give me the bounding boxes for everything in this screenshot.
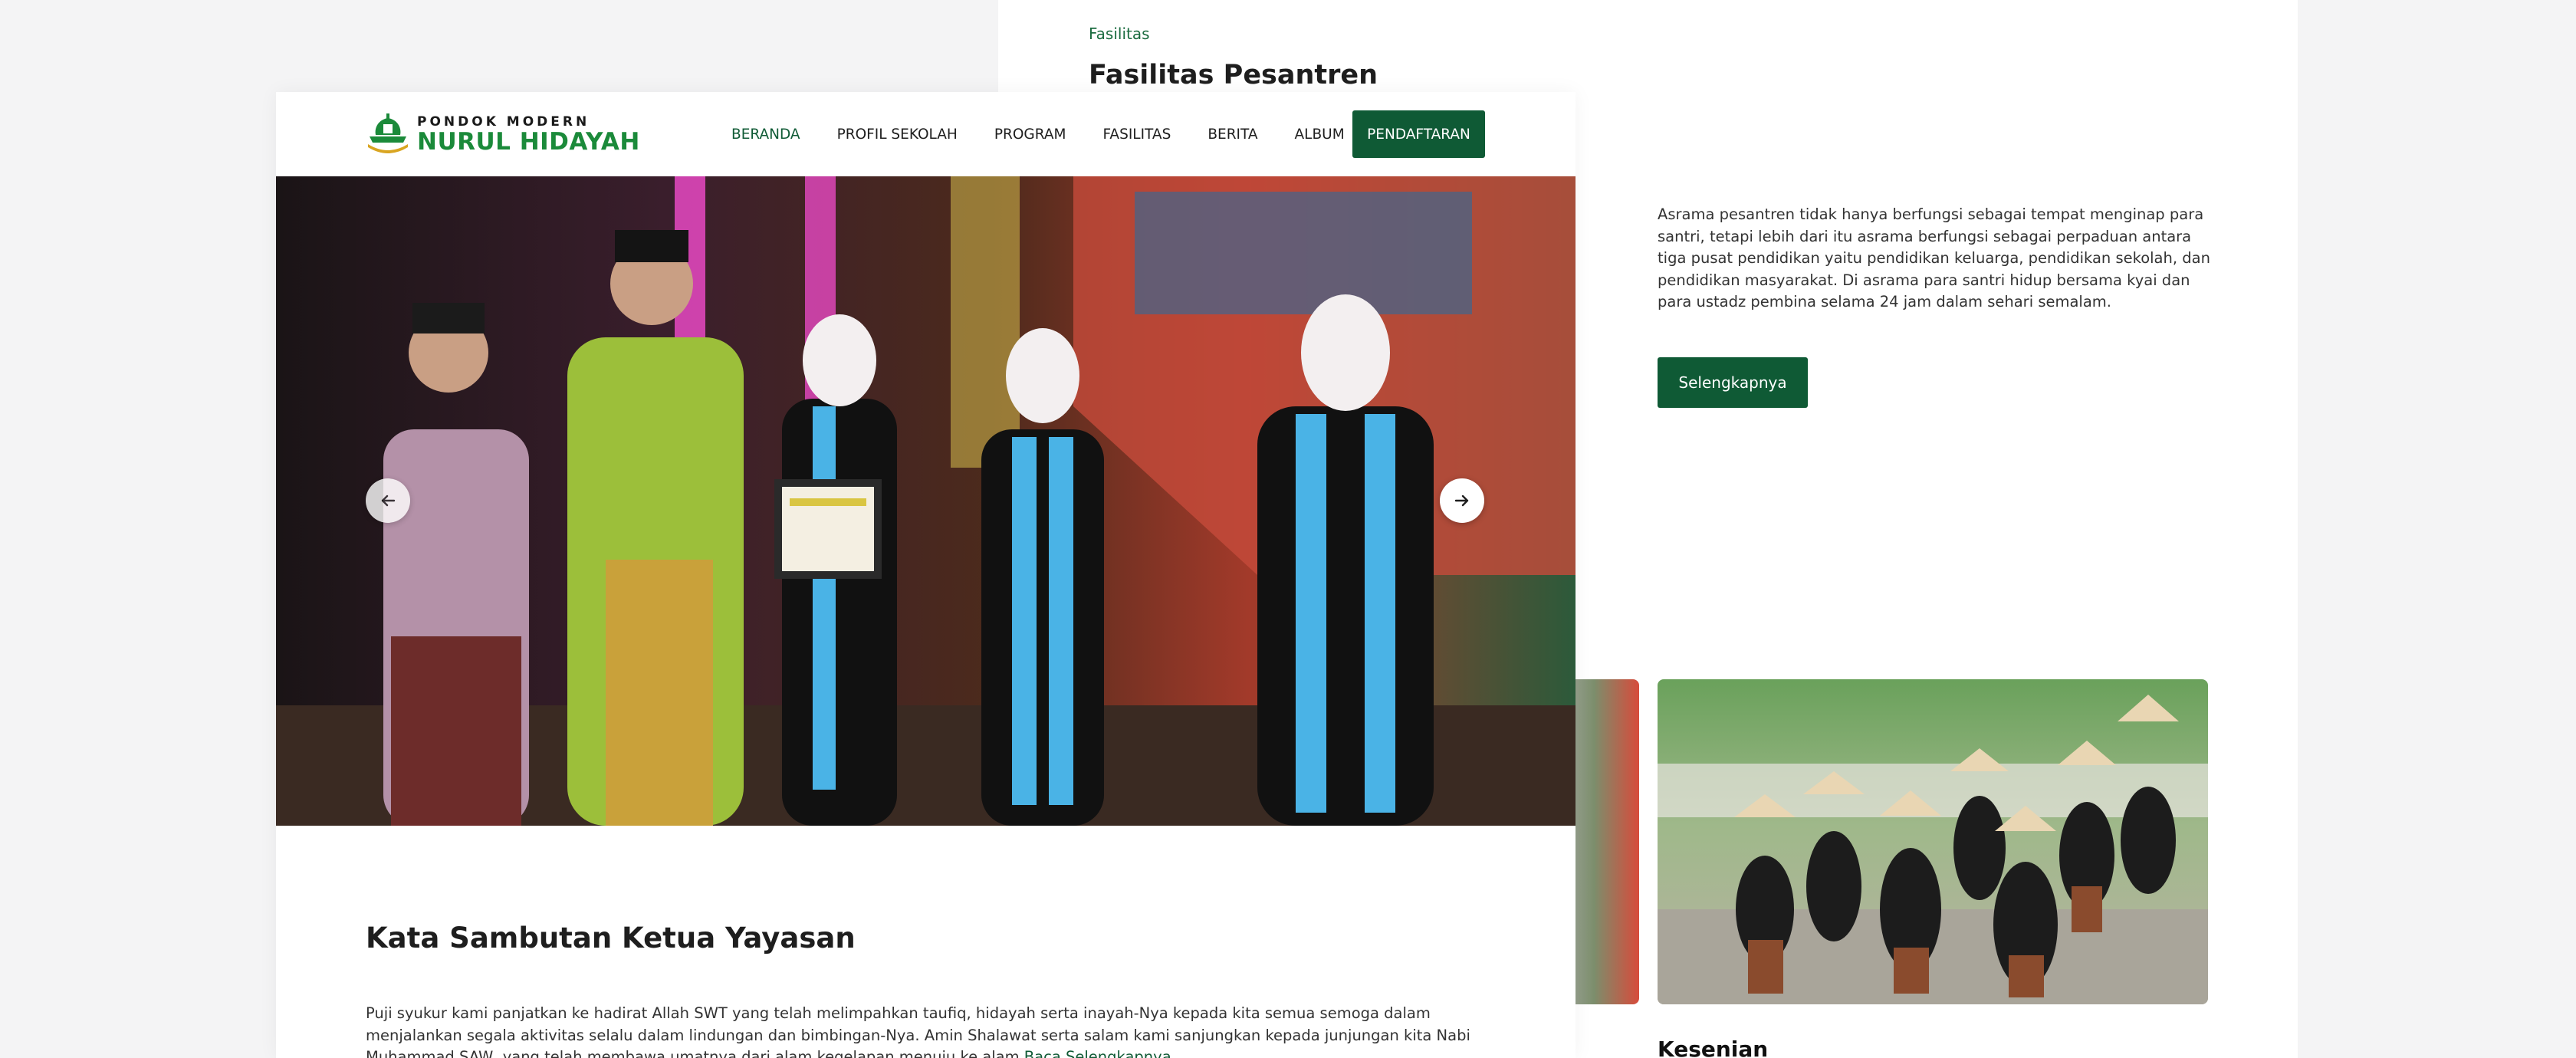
nav-item-profil-sekolah[interactable]: PROFIL SEKOLAH bbox=[837, 127, 958, 143]
gallery-caption: Kesenian bbox=[1658, 1037, 1769, 1058]
hero-slider bbox=[276, 176, 1576, 826]
mosque-logo-icon bbox=[368, 113, 408, 153]
nav-item-beranda[interactable]: BERANDA bbox=[731, 127, 800, 143]
navbar: PONDOK MODERN NURUL HIDAYAH BERANDA PROF… bbox=[276, 92, 1576, 176]
read-more-button[interactable]: Selengkapnya bbox=[1658, 357, 1808, 408]
logo-line-1: PONDOK MODERN bbox=[417, 114, 590, 130]
slider-prev-button[interactable] bbox=[366, 478, 410, 523]
welcome-body: Puji syukur kami panjatkan ke hadirat Al… bbox=[366, 1004, 1470, 1058]
main-nav: BERANDA PROFIL SEKOLAH PROGRAM FASILITAS… bbox=[731, 92, 1382, 176]
section-heading: Fasilitas Pesantren bbox=[1089, 60, 1378, 90]
registration-button[interactable]: PENDAFTARAN bbox=[1352, 110, 1485, 158]
read-more-link[interactable]: Baca Selengkapnya bbox=[1024, 1048, 1171, 1058]
section-eyebrow: Fasilitas bbox=[1089, 25, 1150, 43]
facility-description: Asrama pesantren tidak hanya berfungsi s… bbox=[1658, 205, 2210, 311]
nav-item-fasilitas[interactable]: FASILITAS bbox=[1102, 127, 1171, 143]
slider-next-button[interactable] bbox=[1440, 478, 1484, 523]
homepage-preview: PONDOK MODERN NURUL HIDAYAH BERANDA PROF… bbox=[276, 92, 1576, 1058]
nav-item-berita[interactable]: BERITA bbox=[1208, 127, 1257, 143]
welcome-message: Puji syukur kami panjatkan ke hadirat Al… bbox=[366, 1003, 1485, 1058]
hero-photo bbox=[276, 176, 1576, 826]
arrow-right-icon bbox=[1454, 495, 1469, 507]
logo-line-2: NURUL HIDAYAH bbox=[417, 128, 640, 156]
site-logo[interactable]: PONDOK MODERN NURUL HIDAYAH bbox=[365, 113, 640, 156]
arrow-left-icon bbox=[381, 495, 396, 507]
welcome-title: Kata Sambutan Ketua Yayasan bbox=[366, 922, 856, 955]
nav-item-program[interactable]: PROGRAM bbox=[994, 127, 1066, 143]
gallery-photo-kesenian[interactable] bbox=[1658, 679, 2208, 1004]
nav-item-album[interactable]: ALBUM bbox=[1295, 127, 1345, 143]
